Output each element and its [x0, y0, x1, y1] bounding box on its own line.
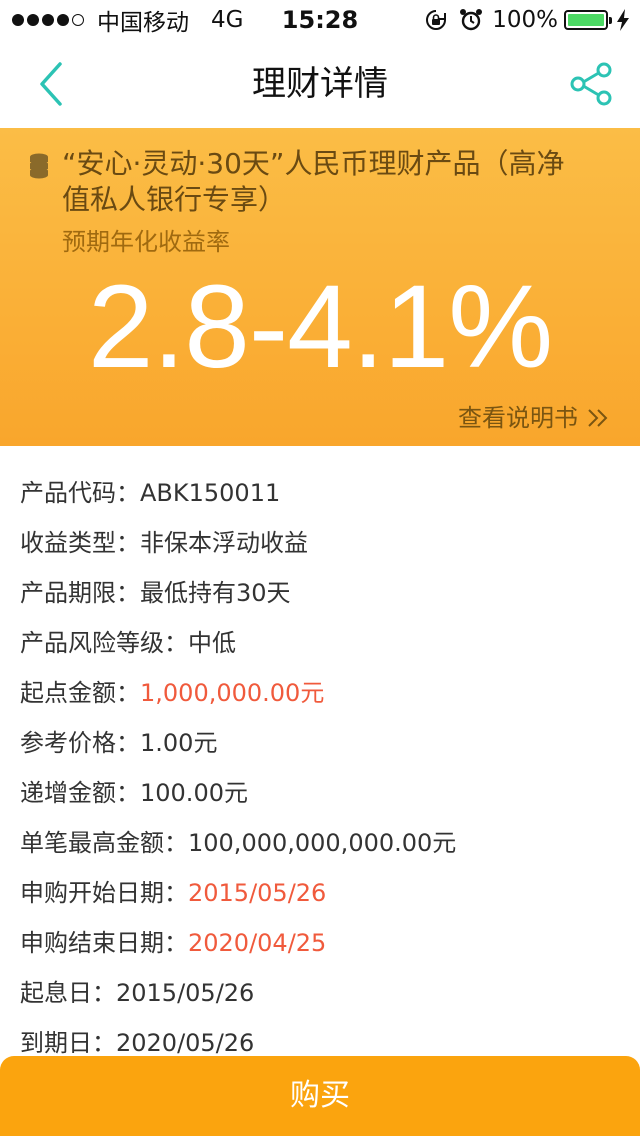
detail-product-code: 产品代码：ABK150011: [20, 476, 280, 510]
status-bar: 中国移动 4G 15:28 100%: [0, 0, 640, 40]
page-title: 理财详情: [252, 64, 388, 104]
detail-value: 2020/04/25: [188, 929, 327, 957]
detail-value: 最低持有30天: [140, 579, 291, 607]
detail-label: 参考价格：: [20, 729, 140, 757]
nav-bar: 理财详情: [0, 40, 640, 128]
detail-value: 100.00元: [140, 779, 248, 807]
detail-value: 2015/05/26: [188, 879, 327, 907]
detail-label: 申购结束日期：: [20, 929, 188, 957]
view-manual-link[interactable]: 查看说明书: [458, 402, 610, 434]
battery-icon: [564, 10, 612, 30]
share-icon[interactable]: [568, 62, 614, 106]
detail-min-amount: 起点金额：1,000,000.00元: [20, 676, 324, 710]
buy-button[interactable]: 购买: [0, 1056, 640, 1136]
detail-label: 产品期限：: [20, 579, 140, 607]
rotation-lock-icon: [426, 10, 447, 30]
detail-label: 单笔最高金额：: [20, 829, 188, 857]
expected-yield-label: 预期年化收益率: [62, 228, 230, 256]
product-details: 产品代码：ABK150011 收益类型：非保本浮动收益 产品期限：最低持有30天…: [0, 446, 640, 1057]
detail-value-date: 起息日：2015/05/26: [20, 976, 254, 1010]
detail-label: 申购开始日期：: [20, 879, 188, 907]
detail-income-type: 收益类型：非保本浮动收益: [20, 526, 308, 560]
expected-yield-value: 2.8-4.1%: [87, 261, 553, 393]
coins-icon: [30, 153, 48, 179]
detail-subscription-start: 申购开始日期：2015/05/26: [20, 876, 326, 910]
detail-label: 起息日：: [20, 979, 116, 1007]
detail-increment: 递增金额：100.00元: [20, 776, 248, 810]
detail-value: 2015/05/26: [116, 979, 255, 1007]
detail-value: 1,000,000.00元: [140, 679, 325, 707]
detail-value: 2020/05/26: [116, 1029, 255, 1057]
detail-label: 产品风险等级：: [20, 629, 188, 657]
detail-value: 中低: [188, 629, 236, 657]
double-chevron-right-icon: [588, 409, 608, 427]
detail-label: 收益类型：: [20, 529, 140, 557]
detail-value: 1.00元: [140, 729, 218, 757]
product-hero: “安心·灵动·30天”人民币理财产品（高净值私人银行专享） 预期年化收益率 2.…: [0, 128, 640, 446]
detail-value: ABK150011: [140, 479, 281, 507]
detail-value: 100,000,000,000.00元: [188, 829, 457, 857]
detail-ref-price: 参考价格：1.00元: [20, 726, 217, 760]
charging-bolt-icon: [617, 9, 629, 31]
detail-label: 起点金额：: [20, 679, 140, 707]
detail-term: 产品期限：最低持有30天: [20, 576, 291, 610]
product-name: “安心·灵动·30天”人民币理财产品（高净值私人银行专享）: [62, 147, 565, 216]
status-bar-right: 100%: [424, 6, 630, 34]
detail-label: 递增金额：: [20, 779, 140, 807]
detail-label: 到期日：: [20, 1029, 116, 1057]
detail-value: 非保本浮动收益: [140, 529, 308, 557]
view-manual-label: 查看说明书: [458, 404, 578, 432]
detail-maturity-date: 到期日：2020/05/26: [20, 1026, 254, 1060]
detail-risk-level: 产品风险等级：中低: [20, 626, 236, 660]
alarm-clock-icon: [460, 9, 483, 31]
battery-percent: 100%: [492, 7, 558, 33]
detail-label: 产品代码：: [20, 479, 140, 507]
detail-subscription-end: 申购结束日期：2020/04/25: [20, 926, 326, 960]
detail-max-single: 单笔最高金额：100,000,000,000.00元: [20, 826, 456, 860]
